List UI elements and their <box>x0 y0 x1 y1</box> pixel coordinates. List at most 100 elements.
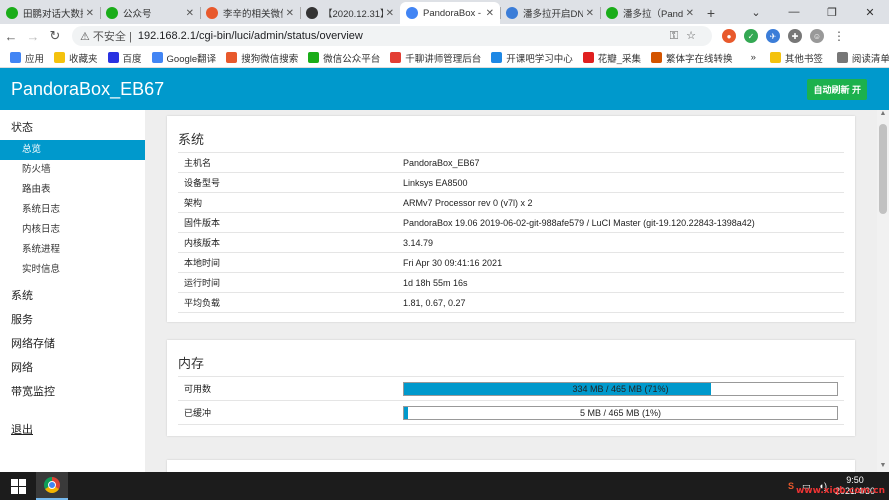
sidebar-item[interactable]: 系统进程 <box>0 240 145 260</box>
row-label: 固件版本 <box>184 218 221 228</box>
close-tab-icon[interactable]: ✕ <box>686 8 694 19</box>
scroll-down-icon[interactable]: ▼ <box>877 462 889 472</box>
extension-icon-bird[interactable]: ✈ <box>766 29 780 43</box>
sidebar-item[interactable]: 内核日志 <box>0 220 145 240</box>
browser-tab[interactable]: 公众号 ✕ <box>100 2 200 24</box>
sidebar-item[interactable]: 防火墙 <box>0 160 145 180</box>
extension-icon-orange[interactable]: ● <box>722 29 736 43</box>
browser-tab[interactable]: 李辛的相关微信✕ <box>200 2 300 24</box>
extension-icon-green[interactable]: ✓ <box>744 29 758 43</box>
windows-logo-icon <box>10 478 26 494</box>
windows-start-button[interactable] <box>0 472 36 500</box>
bookmark-item[interactable]: 百度 <box>107 51 142 65</box>
reload-icon[interactable]: ↻ <box>44 28 66 44</box>
back-icon[interactable]: ← <box>0 29 22 44</box>
menu-kebab-icon[interactable]: ⋮ <box>832 29 846 43</box>
browser-tab[interactable]: 田鹏对话大数据✕ <box>0 2 100 24</box>
page-scrollbar[interactable]: ▲ ▼ <box>877 110 889 472</box>
minimize-button[interactable]: — <box>775 6 813 18</box>
sidebar: 状态 总览 防火墙 路由表 系统日志 内核日志 系统进程 实时信息 系统 服务 网络存储 网络 带宽… <box>0 110 145 472</box>
close-tab-icon[interactable]: ✕ <box>286 8 294 19</box>
reading-list[interactable]: 阅读清单 <box>836 51 889 65</box>
reading-list-label: 阅读清单 <box>851 53 889 65</box>
reading-list-icon <box>836 52 848 63</box>
tab-title: 潘多拉（Pand <box>623 9 683 20</box>
bookmark-favicon-icon <box>226 52 238 63</box>
bookmark-favicon-icon <box>107 52 119 63</box>
bookmark-label: 微信公众平台 <box>323 53 381 65</box>
sidebar-category[interactable]: 网络 <box>0 356 145 380</box>
omnibox[interactable]: ⚠ 不安全 | 192.168.2.1/cgi-bin/luci/admin/s… <box>72 26 712 46</box>
bookmark-label: 应用 <box>25 53 45 65</box>
memory-progress-bar: 5 MB / 465 MB (1%) <box>403 405 838 420</box>
sidebar-item[interactable]: 总览 <box>0 140 145 160</box>
row-label: 设备型号 <box>184 178 221 188</box>
omnibox-actions: ⚿☆ <box>670 29 704 43</box>
browser-tab[interactable]: 潘多拉（Pand ✕ <box>600 2 700 24</box>
tab-title: 田鹏对话大数据 <box>23 9 83 20</box>
close-tab-icon[interactable]: ✕ <box>586 8 594 19</box>
new-tab-button[interactable]: + <box>700 2 722 24</box>
profile-avatar-icon[interactable]: ☺ <box>810 29 824 43</box>
sidebar-category[interactable]: 网络存储 <box>0 332 145 356</box>
main-content: 系统 主机名 PandoraBox_EB67 设备型号 Linksys EA8500 架… <box>145 110 877 472</box>
bookmark-label: 开课吧学习中心 <box>506 53 573 65</box>
tray-app-icon[interactable]: S <box>788 481 794 491</box>
row-value: Linksys EA8500 <box>403 177 468 188</box>
maximize-button[interactable]: ❐ <box>813 6 851 19</box>
tab-search-button[interactable]: ⌄ <box>737 6 775 19</box>
bookmark-item[interactable]: 花瓣_采集 <box>582 51 641 65</box>
logout-link[interactable]: 退出 <box>0 418 145 442</box>
brand-title[interactable]: PandoraBox_EB67 <box>11 79 164 100</box>
table-row: 内核版本 3.14.79 <box>178 233 844 253</box>
bookmark-favicon-icon <box>10 52 21 63</box>
close-tab-icon[interactable]: ✕ <box>186 8 194 19</box>
bookmark-favicon-icon <box>54 52 66 63</box>
other-bookmarks[interactable]: 其他书签 <box>769 51 823 65</box>
bookmark-item[interactable]: 开课吧学习中心 <box>491 51 573 65</box>
scroll-up-icon[interactable]: ▲ <box>877 110 889 120</box>
auto-refresh-button[interactable]: 自动刷新 开 <box>807 78 867 100</box>
sidebar-category[interactable]: 带宽监控 <box>0 380 145 404</box>
key-icon[interactable]: ⚿ <box>670 30 686 42</box>
scrollbar-thumb[interactable] <box>879 124 887 214</box>
bookmark-item[interactable]: 繁体字在线转换 <box>651 51 733 65</box>
close-tab-icon[interactable]: ✕ <box>486 8 494 19</box>
browser-tab[interactable]: 【2020.12.31】✕ <box>300 2 400 24</box>
sidebar-category[interactable]: 系统 <box>0 284 145 308</box>
close-tab-icon[interactable]: ✕ <box>86 8 94 19</box>
row-value: 1.81, 0.67, 0.27 <box>403 297 466 308</box>
bookmark-item[interactable]: 搜狗微信搜索 <box>226 51 298 65</box>
extensions-puzzle-icon[interactable]: ✚ <box>788 29 802 43</box>
browser-tab[interactable]: 潘多拉开启DN ✕ <box>500 2 600 24</box>
bookmark-item[interactable]: 应用 <box>10 51 44 65</box>
sidebar-category[interactable]: 服务 <box>0 308 145 332</box>
close-window-button[interactable]: ✕ <box>851 6 889 19</box>
bookmark-item[interactable]: Google翻译 <box>151 51 216 65</box>
row-label: 本地时间 <box>184 258 221 268</box>
tab-title: 公众号 <box>123 9 152 20</box>
insecure-warning-icon[interactable]: ⚠ 不安全 | <box>80 28 132 44</box>
table-row: 设备型号 Linksys EA8500 <box>178 173 844 193</box>
row-label: 平均负载 <box>184 298 221 308</box>
row-label: 可用数 <box>184 384 212 394</box>
sidebar-category-status[interactable]: 状态 <box>0 116 145 140</box>
bookmarks-more-button[interactable]: » <box>751 52 756 63</box>
router-icon <box>406 7 418 19</box>
browser-tab[interactable]: PandoraBox - ✕ <box>400 2 500 24</box>
bookmark-item[interactable]: 微信公众平台 <box>308 51 380 65</box>
url-text[interactable]: 192.168.2.1/cgi-bin/luci/admin/status/ov… <box>138 30 363 42</box>
memory-row: 已缓冲 5 MB / 465 MB (1%) <box>178 401 844 425</box>
extensions-area: ● ✓ ✈ ✚ ☺ ⋮ <box>722 29 846 43</box>
sidebar-item[interactable]: 路由表 <box>0 180 145 200</box>
bookmark-star-icon[interactable]: ☆ <box>686 30 704 42</box>
bookmark-item[interactable]: 收藏夹 <box>54 51 98 65</box>
sidebar-item[interactable]: 系统日志 <box>0 200 145 220</box>
tab-list: 田鹏对话大数据✕公众号✕李辛的相关微信✕【2020.12.31】✕Pandora… <box>0 0 700 24</box>
chrome-taskbar-button[interactable] <box>36 472 68 500</box>
close-tab-icon[interactable]: ✕ <box>386 8 394 19</box>
forward-icon[interactable]: → <box>22 29 44 44</box>
sidebar-item[interactable]: 实时信息 <box>0 260 145 280</box>
table-row: 运行时间 1d 18h 55m 16s <box>178 273 844 293</box>
bookmark-item[interactable]: 千聊讲师管理后台 <box>390 51 481 65</box>
